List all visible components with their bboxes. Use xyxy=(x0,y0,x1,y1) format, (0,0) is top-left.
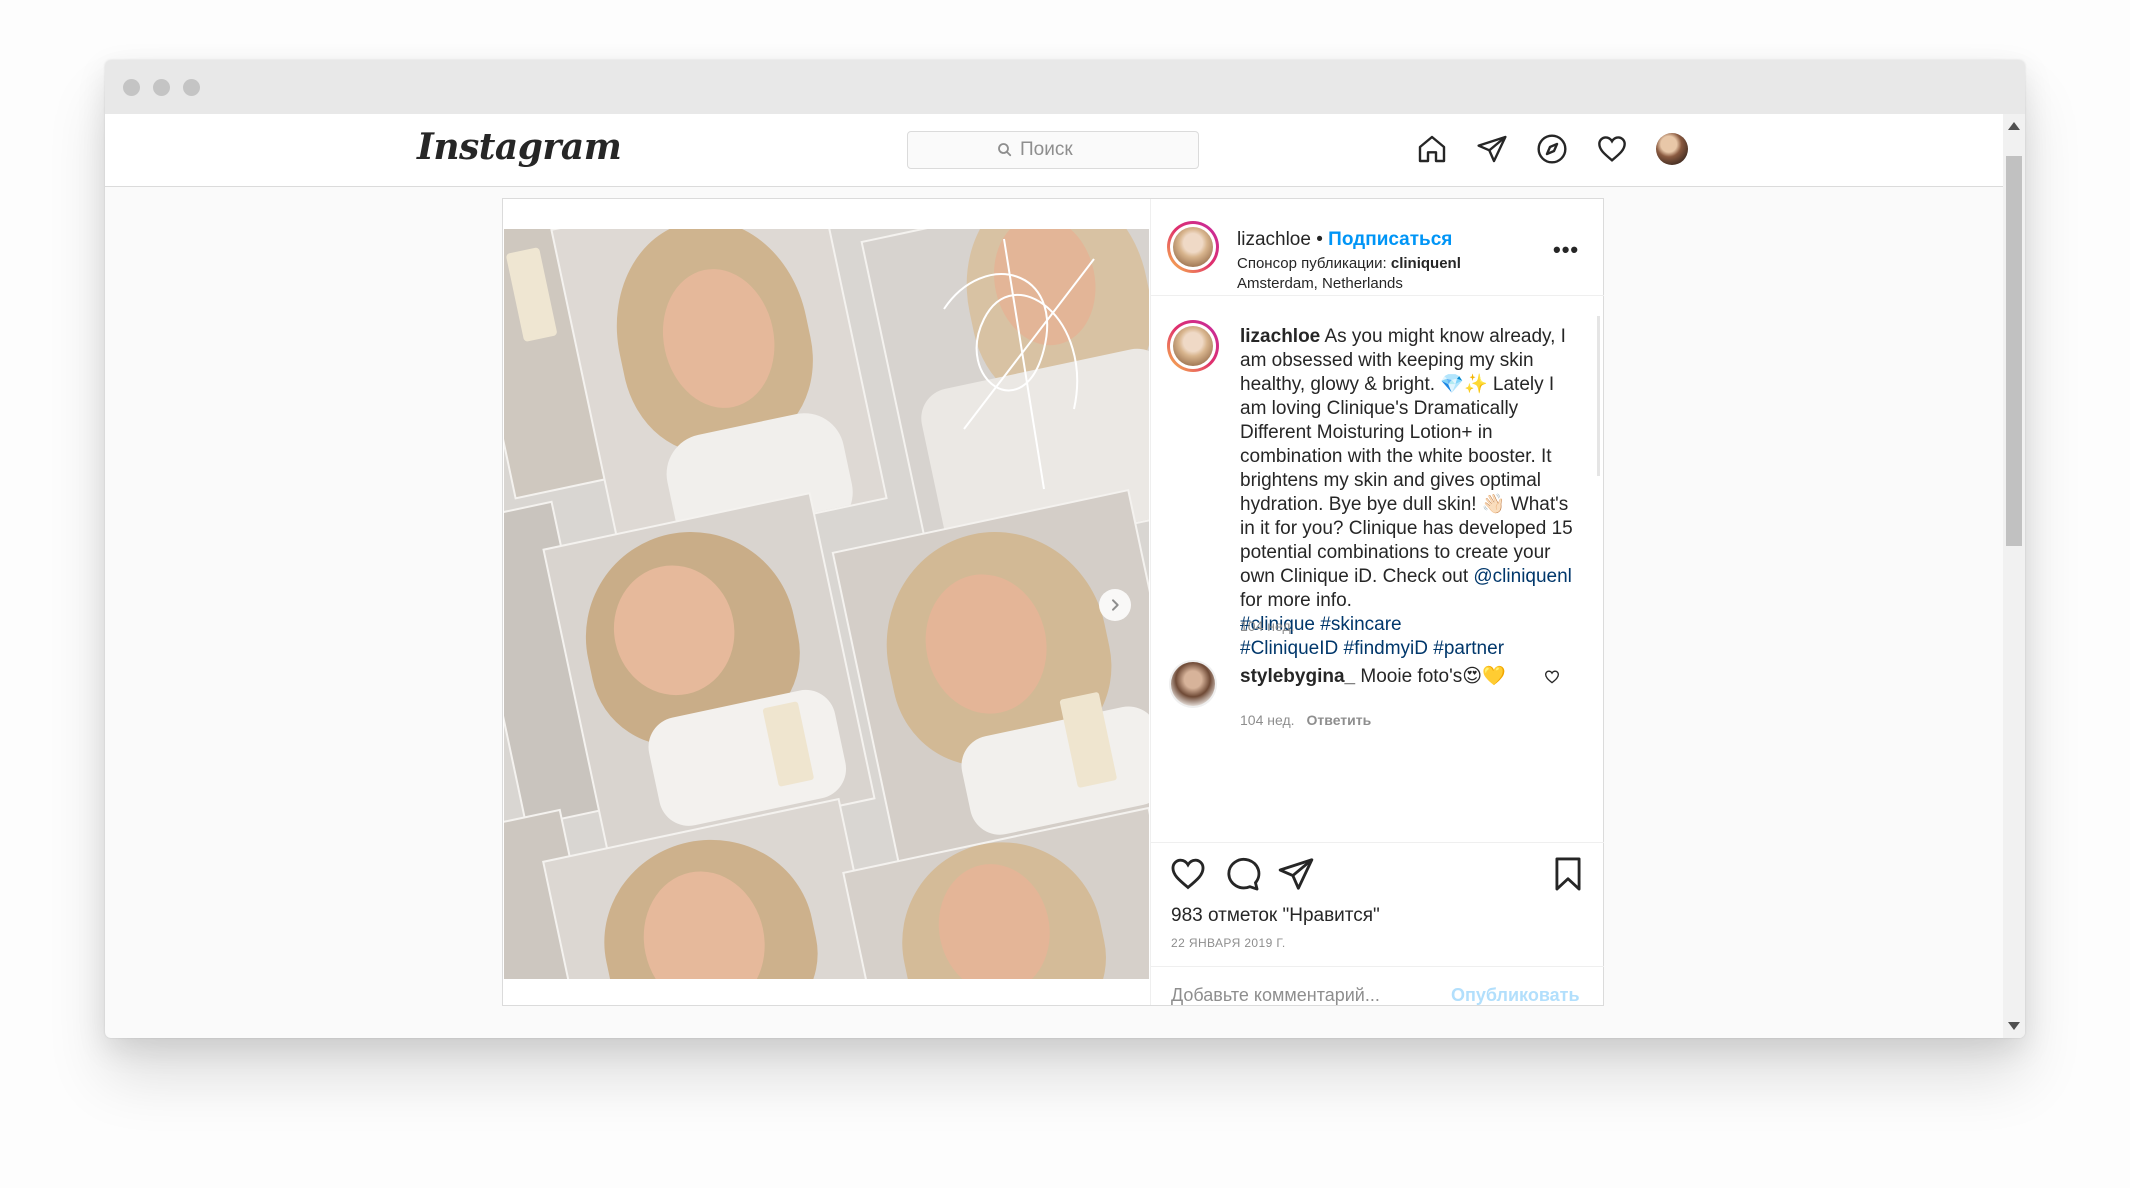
author-username[interactable]: lizachloe xyxy=(1237,229,1311,250)
heart-icon xyxy=(1598,136,1626,162)
post-date[interactable]: 22 ЯНВАРЯ 2019 Г. xyxy=(1171,936,1286,950)
publish-button[interactable]: Опубликовать xyxy=(1451,985,1580,1006)
comments-section: lizachloe As you might know already, I a… xyxy=(1151,296,1604,842)
post-actions: 983 отметок "Нравится" 22 ЯНВАРЯ 2019 Г.… xyxy=(1151,842,1604,1006)
comments-scrollbar[interactable] xyxy=(1597,316,1600,476)
chevron-right-icon xyxy=(1112,599,1119,611)
caption-username[interactable]: lizachloe xyxy=(1240,326,1320,347)
comment-username[interactable]: stylebygina_ xyxy=(1240,666,1355,687)
photo-tile xyxy=(834,491,1149,867)
comment-meta: 104 нед. Ответить xyxy=(1240,712,1371,728)
share-icon[interactable] xyxy=(1277,855,1315,893)
commenter-avatar[interactable] xyxy=(1169,660,1217,708)
comment-input[interactable] xyxy=(1171,985,1431,1006)
browser-window: Instagram Поиск lizachloe • Подписаться … xyxy=(105,60,2025,1038)
photo-tile xyxy=(552,229,886,554)
window-close-dot[interactable] xyxy=(123,79,140,96)
line-art-overlay xyxy=(943,238,1095,490)
direct-icon xyxy=(1477,135,1507,163)
caption-time[interactable]: 104 нед. xyxy=(1240,618,1295,634)
hashtags-line-2[interactable]: #CliniqueID #findmyiD #partner xyxy=(1240,638,1504,659)
post-card: lizachloe • Подписаться Спонсор публикац… xyxy=(502,198,1604,1006)
search-icon xyxy=(998,143,1012,157)
top-navbar: Instagram xyxy=(105,114,2003,187)
post-side-panel: lizachloe • Подписаться Спонсор публикац… xyxy=(1150,199,1604,1006)
post-photo[interactable] xyxy=(504,229,1149,979)
window-titlebar xyxy=(105,60,2025,114)
more-options-button[interactable]: ••• xyxy=(1553,237,1579,263)
caption-text: As you might know already, I am obsessed… xyxy=(1240,326,1573,587)
likes-count[interactable]: 983 отметок "Нравится" xyxy=(1171,905,1380,927)
caption-text-end: for more info. xyxy=(1240,590,1352,611)
sponsor-prefix: Спонсор публикации: xyxy=(1237,255,1391,272)
window-maximize-dot[interactable] xyxy=(183,79,200,96)
bottle-shape xyxy=(505,247,558,343)
dot-separator: • xyxy=(1316,229,1323,250)
profile-button[interactable] xyxy=(1653,130,1691,168)
carousel-next-button[interactable] xyxy=(1099,589,1131,621)
page-scrollbar[interactable] xyxy=(2003,114,2025,1038)
author-line: lizachloe • Подписаться xyxy=(1237,229,1452,251)
author-avatar[interactable] xyxy=(1167,221,1219,273)
instagram-logo[interactable]: Instagram xyxy=(417,126,622,168)
explore-button[interactable] xyxy=(1533,130,1571,168)
post-caption: lizachloe As you might know already, I a… xyxy=(1240,325,1580,661)
search-input[interactable] xyxy=(1020,139,1110,161)
direct-button[interactable] xyxy=(1473,130,1511,168)
comment-item: stylebygina_ Mooie foto's😍💛 xyxy=(1240,664,1540,688)
post-location[interactable]: Amsterdam, Netherlands xyxy=(1237,275,1403,292)
comment-time[interactable]: 104 нед. xyxy=(1240,712,1295,728)
mention-link[interactable]: @cliniquenl xyxy=(1473,566,1572,587)
follow-button[interactable]: Подписаться xyxy=(1328,229,1452,250)
home-button[interactable] xyxy=(1413,130,1451,168)
nav-icons xyxy=(1413,130,1713,168)
reply-button[interactable]: Ответить xyxy=(1307,712,1372,728)
sponsor-line: Спонсор публикации: cliniquenl xyxy=(1237,255,1461,272)
sponsor-name[interactable]: cliniquenl xyxy=(1391,255,1461,272)
search-box[interactable] xyxy=(907,131,1199,169)
comment-text: Mooie foto's😍💛 xyxy=(1360,666,1506,687)
caption-avatar[interactable] xyxy=(1167,320,1219,372)
comment-icon[interactable] xyxy=(1223,855,1261,893)
photo-tile xyxy=(544,800,884,979)
activity-button[interactable] xyxy=(1593,130,1631,168)
profile-avatar xyxy=(1656,133,1688,165)
add-comment-bar: Опубликовать xyxy=(1151,966,1604,1023)
explore-icon xyxy=(1537,134,1567,164)
scroll-thumb[interactable] xyxy=(2006,156,2022,546)
like-icon[interactable] xyxy=(1169,855,1207,893)
scroll-down-arrow[interactable] xyxy=(2008,1022,2020,1030)
bookmark-icon[interactable] xyxy=(1549,855,1587,893)
window-minimize-dot[interactable] xyxy=(153,79,170,96)
scroll-up-arrow[interactable] xyxy=(2008,122,2020,130)
post-header: lizachloe • Подписаться Спонсор публикац… xyxy=(1151,199,1604,296)
comment-like-icon[interactable] xyxy=(1544,669,1560,685)
home-icon xyxy=(1418,135,1446,163)
